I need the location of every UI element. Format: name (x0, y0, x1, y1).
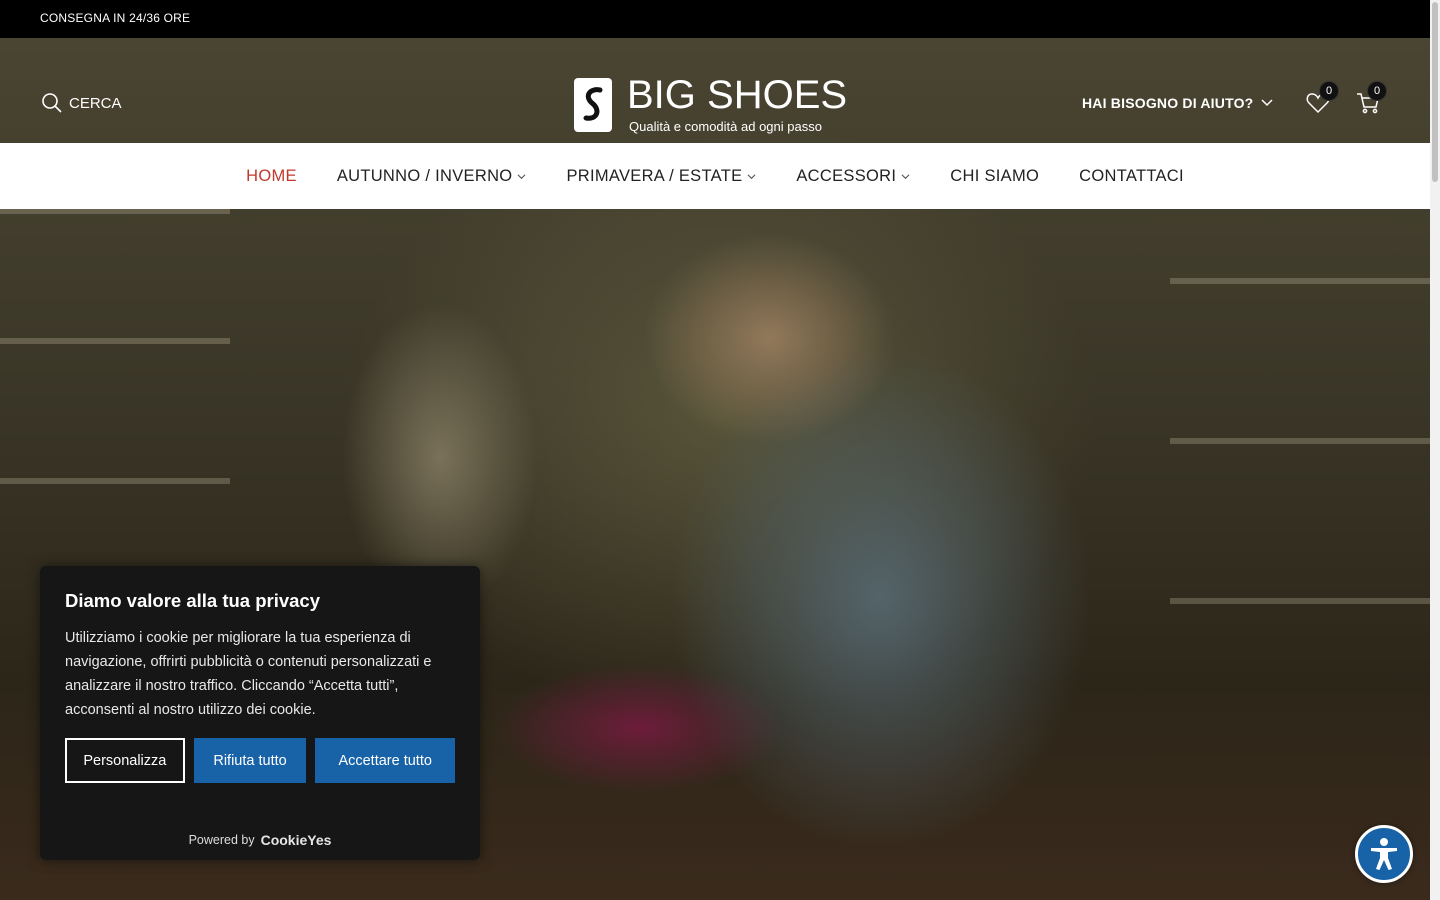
wishlist-button[interactable]: 0 (1305, 81, 1339, 118)
accessibility-icon (1371, 838, 1397, 870)
chevron-down-icon (517, 173, 526, 179)
nav-label: CONTATTACI (1079, 166, 1184, 185)
customize-button[interactable]: Personalizza (65, 738, 185, 783)
cart-count-badge: 0 (1367, 81, 1387, 101)
shelf-decor (1170, 598, 1430, 604)
nav-label: PRIMAVERA / ESTATE (566, 166, 743, 185)
chevron-down-icon (1261, 99, 1273, 107)
nav-item-primavera-estate[interactable]: PRIMAVERA / ESTATE (566, 167, 756, 186)
nav-item-contattaci[interactable]: CONTATTACI (1079, 167, 1184, 186)
search-label: CERCA (69, 94, 122, 112)
search-icon (42, 93, 62, 113)
nav-item-chi-siamo[interactable]: CHI SIAMO (950, 167, 1039, 186)
chevron-down-icon (747, 173, 756, 179)
reject-all-button[interactable]: Rifiuta tutto (193, 738, 307, 783)
announcement-bar: CONSEGNA IN 24/36 ORE (0, 0, 1430, 38)
shipping-notice: CONSEGNA IN 24/36 ORE (40, 11, 191, 25)
shelf-decor (0, 338, 230, 344)
main-nav: HOME AUTUNNO / INVERNO PRIMAVERA / ESTAT… (0, 143, 1430, 209)
cookie-banner: Diamo valore alla tua privacy Utilizziam… (40, 566, 480, 860)
cookieyes-logo[interactable]: CookieYes (261, 832, 332, 848)
help-label: HAI BISOGNO DI AIUTO? (1082, 95, 1254, 111)
site-logo[interactable]: BIG SHOES Qualità e comodità ad ogni pas… (573, 73, 863, 136)
accept-all-button[interactable]: Accettare tutto (315, 738, 455, 783)
powered-by-label: Powered by (188, 833, 255, 847)
cookie-powered-by: Powered by CookieYes (40, 832, 480, 848)
nav-item-accessori[interactable]: ACCESSORI (796, 167, 910, 186)
nav-item-home[interactable]: HOME (246, 167, 297, 186)
shelf-decor (0, 478, 230, 484)
cookie-description: Utilizziamo i cookie per migliorare la t… (65, 630, 432, 718)
help-dropdown[interactable]: HAI BISOGNO DI AIUTO? (1082, 95, 1273, 111)
shelf-decor (1170, 438, 1430, 444)
nav-item-autunno-inverno[interactable]: AUTUNNO / INVERNO (337, 167, 527, 186)
logo-mark (574, 78, 612, 132)
shelf-decor (1170, 278, 1430, 284)
cookie-actions: Personalizza Rifiuta tutto Accettare tut… (65, 738, 455, 783)
scrollbar-thumb[interactable] (1432, 2, 1438, 182)
logo-tagline: Qualità e comodità ad ogni passo (629, 119, 822, 134)
cart-button[interactable]: 0 (1355, 81, 1387, 118)
wishlist-count-badge: 0 (1319, 81, 1339, 101)
cookie-title: Diamo valore alla tua privacy (65, 590, 321, 611)
nav-label: CHI SIAMO (950, 166, 1040, 185)
page-scrollbar[interactable] (1430, 0, 1440, 900)
logo-title: BIG SHOES (627, 73, 848, 117)
nav-label: AUTUNNO / INVERNO (336, 166, 513, 185)
nav-label: HOME (246, 166, 297, 185)
search-button[interactable]: CERCA (41, 92, 122, 114)
nav-label: ACCESSORI (796, 166, 897, 185)
accessibility-button[interactable] (1355, 825, 1413, 883)
chevron-down-icon (901, 173, 910, 179)
